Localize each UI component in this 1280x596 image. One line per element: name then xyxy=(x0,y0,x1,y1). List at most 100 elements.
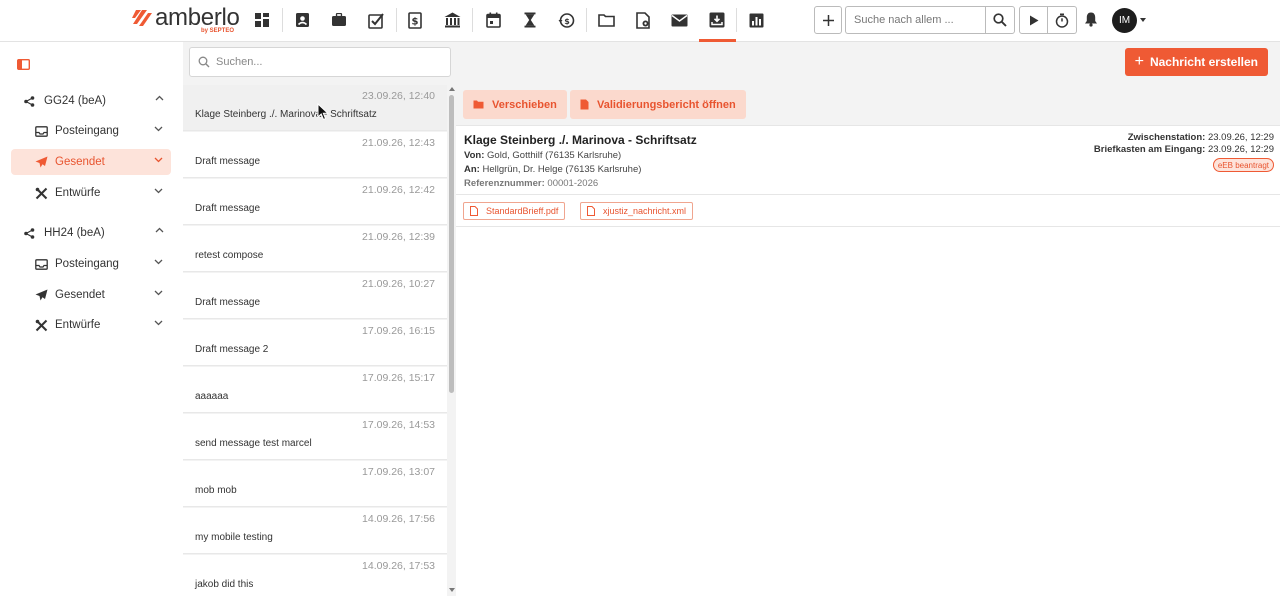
plus-icon xyxy=(822,14,834,26)
station-label: Zwischenstation: xyxy=(1127,132,1206,143)
message-date: 21.09.26, 10:27 xyxy=(362,278,435,290)
message-list: 23.09.26, 12:40 Klage Steinberg ./. Mari… xyxy=(183,85,447,596)
mailbox-label: Briefkasten am Eingang: xyxy=(1093,144,1206,155)
attachments-row: StandardBrieff.pdf xjustiz_nachricht.xml xyxy=(456,196,1280,227)
message-list-panel: 23.09.26, 12:40 Klage Steinberg ./. Mari… xyxy=(183,42,456,596)
scroll-down-arrow-icon[interactable] xyxy=(449,588,455,592)
quick-add-button[interactable] xyxy=(814,6,842,34)
account-label: GG24 (beA) xyxy=(44,95,106,107)
global-search-button[interactable] xyxy=(985,6,1015,34)
nav-separator xyxy=(472,8,473,32)
station-value: 23.09.26, 12:29 xyxy=(1207,132,1274,143)
chevron-down-icon[interactable] xyxy=(154,259,163,265)
list-item[interactable]: 17.09.26, 15:17 aaaaaa xyxy=(183,367,447,413)
intermediate-station: Zwischenstation: 23.09.26, 12:29 xyxy=(1128,132,1274,143)
message-date: 21.09.26, 12:39 xyxy=(362,231,435,243)
document-icon xyxy=(580,99,589,110)
global-search-input[interactable] xyxy=(845,6,985,34)
account-label: HH24 (beA) xyxy=(44,227,105,239)
message-action-bar: Verschieben Validierungsbericht öffnen xyxy=(456,84,1280,126)
chevron-down-icon[interactable] xyxy=(154,157,163,163)
message-subject: send message test marcel xyxy=(195,438,312,449)
chevron-down-icon[interactable] xyxy=(154,188,163,194)
brand-sub: by SEPTEO xyxy=(201,28,235,34)
bea-inbox-icon[interactable] xyxy=(706,9,728,31)
message-reference: Referenznummer: 00001-2026 xyxy=(464,178,598,189)
avatar-caret-icon[interactable] xyxy=(1140,18,1146,22)
list-search-box[interactable] xyxy=(189,47,451,77)
list-item[interactable]: 17.09.26, 16:15 Draft message 2 xyxy=(183,320,447,366)
open-validation-report-button[interactable]: Validierungsbericht öffnen xyxy=(570,90,746,119)
create-message-button[interactable]: + Nachricht erstellen xyxy=(1124,48,1268,76)
chevron-down-icon[interactable] xyxy=(154,290,163,296)
briefcase-icon[interactable] xyxy=(328,9,350,31)
bank-icon[interactable] xyxy=(441,9,463,31)
list-item[interactable]: 14.09.26, 17:56 my mobile testing xyxy=(183,508,447,554)
chevron-down-icon[interactable] xyxy=(154,320,163,326)
attachment-name: xjustiz_nachricht.xml xyxy=(603,206,687,216)
content-header: + Nachricht erstellen xyxy=(456,42,1280,84)
invoice-icon[interactable]: $ xyxy=(404,9,426,31)
message-date: 17.09.26, 15:17 xyxy=(362,372,435,384)
play-timer-button[interactable] xyxy=(1019,6,1048,34)
folder-gg24-posteingang[interactable]: Posteingang xyxy=(11,118,171,144)
attachment-xml[interactable]: xjustiz_nachricht.xml xyxy=(580,202,694,220)
mail-icon[interactable] xyxy=(668,9,690,31)
message-date: 21.09.26, 12:43 xyxy=(362,137,435,149)
chevron-up-icon[interactable] xyxy=(155,95,164,101)
contacts-icon[interactable] xyxy=(291,9,313,31)
message-subject: jakob did this xyxy=(195,579,254,590)
validation-report-label: Validierungsbericht öffnen xyxy=(597,98,736,111)
history-icon[interactable]: $ xyxy=(555,9,577,31)
sidebar-toggle-icon[interactable] xyxy=(17,59,30,70)
folder-icon[interactable] xyxy=(595,9,617,31)
amberlo-logo[interactable]: amberlo by SEPTEO xyxy=(132,4,240,38)
folder-gg24-gesendet[interactable]: Gesendet xyxy=(11,149,171,175)
message-subject: retest compose xyxy=(195,250,264,261)
nav-separator xyxy=(282,8,283,32)
list-item[interactable]: 21.09.26, 12:39 retest compose xyxy=(183,226,447,272)
list-item[interactable]: 21.09.26, 12:43 Draft message xyxy=(183,132,447,178)
folder-hh24-posteingang[interactable]: Posteingang xyxy=(11,251,171,277)
reports-icon[interactable] xyxy=(745,9,767,31)
folder-hh24-gesendet[interactable]: Gesendet xyxy=(11,282,171,308)
list-scrollbar-thumb[interactable] xyxy=(449,95,454,393)
message-subject: aaaaaa xyxy=(195,391,229,402)
hourglass-icon[interactable] xyxy=(519,9,541,31)
folder-gg24-entwuerfe[interactable]: Entwürfe xyxy=(11,180,171,206)
calendar-icon[interactable] xyxy=(482,9,504,31)
chevron-up-icon[interactable] xyxy=(155,227,164,233)
document-settings-icon[interactable] xyxy=(632,9,654,31)
message-date: 14.09.26, 17:56 xyxy=(362,513,435,525)
scroll-up-arrow-icon[interactable] xyxy=(449,87,455,91)
notifications-bell-icon[interactable] xyxy=(1084,11,1098,27)
attachment-pdf[interactable]: StandardBrieff.pdf xyxy=(463,202,566,220)
folder-hh24-entwuerfe[interactable]: Entwürfe xyxy=(11,312,171,338)
account-gg24[interactable]: GG24 (beA) xyxy=(24,90,170,112)
status-badge: eEB beantragt xyxy=(1212,158,1274,172)
move-button[interactable]: Verschieben xyxy=(463,90,567,119)
search-icon xyxy=(198,56,210,68)
chevron-down-icon[interactable] xyxy=(154,126,163,132)
message-date: 17.09.26, 14:53 xyxy=(362,419,435,431)
message-subject: my mobile testing xyxy=(195,532,273,543)
list-item[interactable]: 21.09.26, 12:42 Draft message xyxy=(183,179,447,225)
account-hh24[interactable]: HH24 (beA) xyxy=(24,222,170,244)
attachment-name: StandardBrieff.pdf xyxy=(486,206,559,216)
stopwatch-button[interactable] xyxy=(1048,6,1077,34)
paper-plane-icon xyxy=(35,289,49,301)
tasks-icon[interactable] xyxy=(365,9,387,31)
list-item[interactable]: 23.09.26, 12:40 Klage Steinberg ./. Mari… xyxy=(183,85,447,131)
list-item[interactable]: 17.09.26, 14:53 send message test marcel xyxy=(183,414,447,460)
logo-mark-icon xyxy=(132,10,152,26)
list-search-input[interactable] xyxy=(216,56,436,68)
dashboard-icon[interactable] xyxy=(251,9,273,31)
message-header: Klage Steinberg ./. Marinova - Schriftsa… xyxy=(456,127,1280,195)
list-item[interactable]: 21.09.26, 10:27 Draft message xyxy=(183,273,447,319)
folder-label: Entwürfe xyxy=(55,319,101,331)
list-item[interactable]: 14.09.26, 17:53 jakob did this xyxy=(183,555,447,596)
user-avatar[interactable]: IM xyxy=(1112,8,1137,33)
list-item[interactable]: 17.09.26, 13:07 mob mob xyxy=(183,461,447,507)
paper-plane-icon xyxy=(35,156,49,168)
move-label: Verschieben xyxy=(492,98,557,111)
